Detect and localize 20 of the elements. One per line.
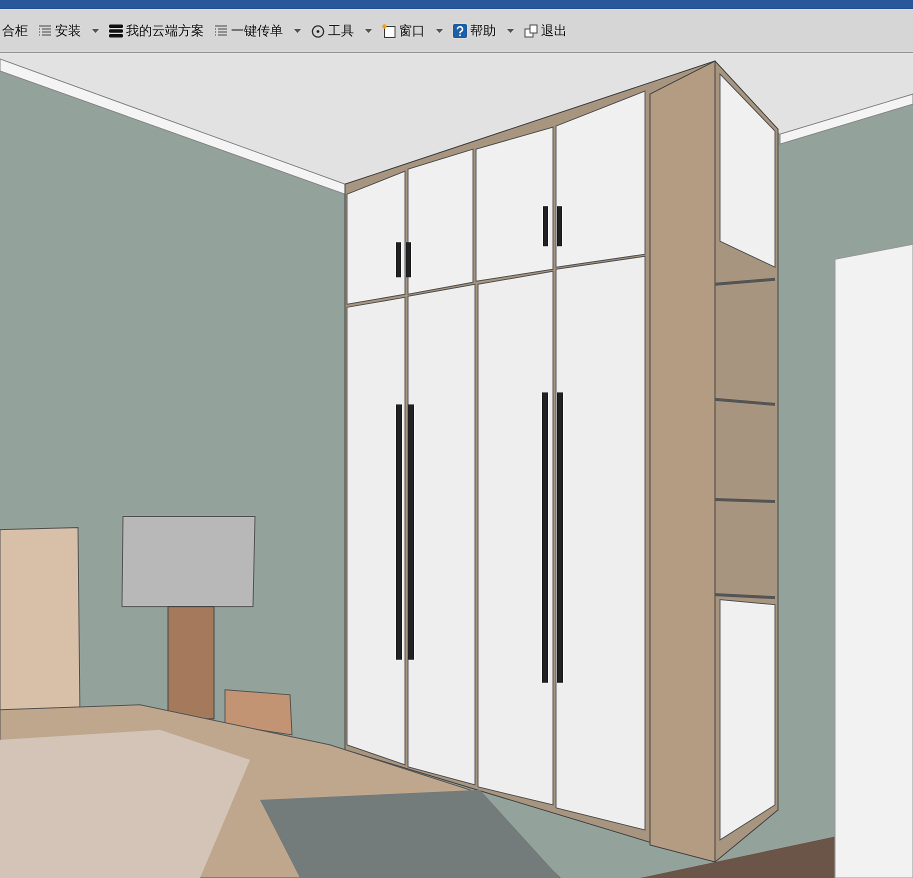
toolbar-button[interactable]: 工具	[309, 20, 374, 42]
list-icon	[214, 24, 228, 38]
exit-icon	[524, 24, 538, 38]
toolbar-button[interactable]: 窗口	[380, 20, 445, 42]
toolbar-button[interactable]: 合柜	[0, 20, 30, 42]
toolbar-button[interactable]: 安装	[36, 20, 101, 42]
stack-icon	[109, 24, 123, 38]
help-icon	[453, 24, 467, 38]
toolbar-button[interactable]: 退出	[522, 20, 569, 42]
list-icon	[38, 24, 52, 38]
dropdown-caret-icon	[294, 28, 301, 32]
dropdown-caret-icon	[92, 28, 99, 32]
dropdown-caret-icon	[507, 28, 514, 32]
toolbar-button[interactable]: 我的云端方案	[107, 20, 206, 42]
toolbar-button[interactable]: 帮助	[451, 20, 516, 42]
dial-icon	[311, 24, 325, 38]
toolbar-button[interactable]: 一键传单	[212, 20, 303, 42]
dropdown-caret-icon	[436, 28, 443, 32]
dropdown-caret-icon	[365, 28, 372, 32]
window-icon	[382, 24, 396, 38]
